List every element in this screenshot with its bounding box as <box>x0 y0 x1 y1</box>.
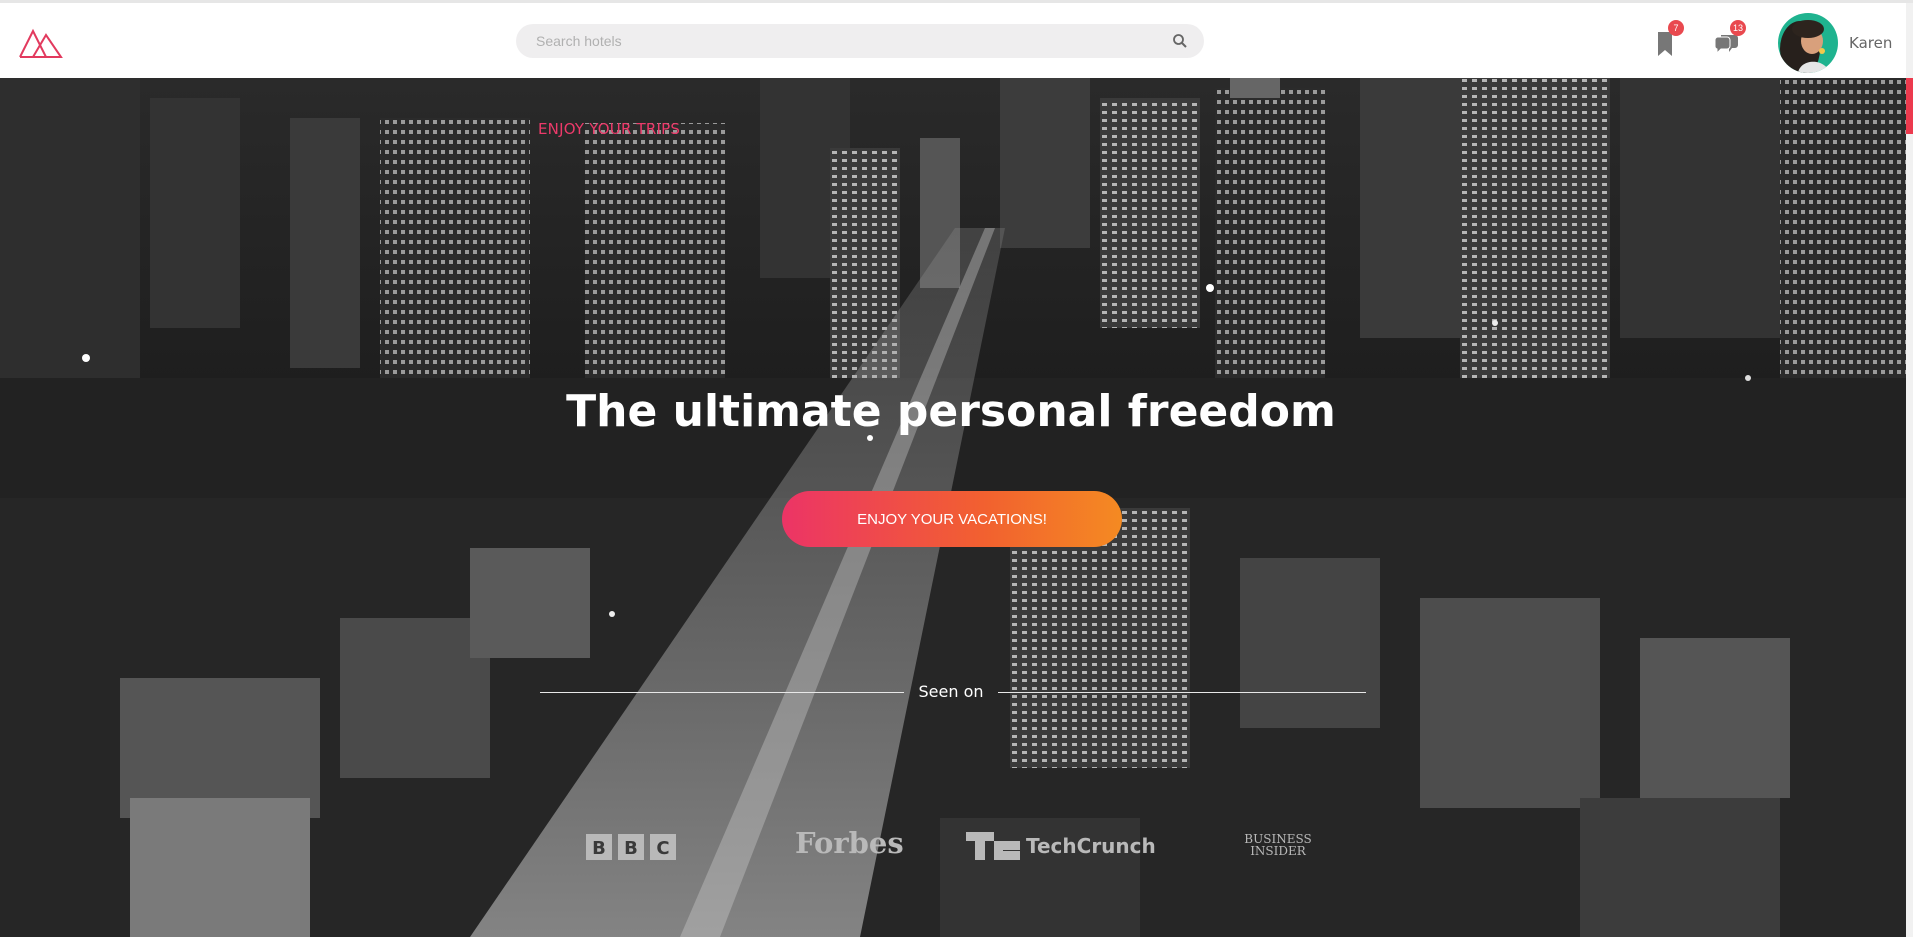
bbc-logo: B B C <box>586 834 676 860</box>
search-input[interactable] <box>536 24 1156 58</box>
user-name[interactable]: Karen <box>1849 34 1892 52</box>
svg-text:B: B <box>624 838 638 859</box>
seen-on-label: Seen on <box>918 682 984 701</box>
forbes-logo: Forbes <box>795 826 904 860</box>
hero-title: The ultimate personal freedom <box>566 386 1336 437</box>
avatar[interactable] <box>1778 13 1838 73</box>
search-bar[interactable] <box>516 24 1204 58</box>
scrollbar-thumb[interactable] <box>1906 78 1913 134</box>
enjoy-vacations-button[interactable]: ENJOY YOUR VACATIONS! <box>782 491 1122 547</box>
hero-section: ENJOY YOUR TRIPS The ultimate personal f… <box>0 78 1906 937</box>
bookmarks-badge: 7 <box>1668 20 1684 36</box>
business-insider-logo: BUSINESS INSIDER <box>1244 832 1312 858</box>
bookmarks-button[interactable]: 7 <box>1650 20 1684 59</box>
svg-text:C: C <box>656 838 669 859</box>
messages-button[interactable]: 13 <box>1712 20 1746 59</box>
scrollbar-track[interactable] <box>1906 3 1913 937</box>
techcrunch-logo-text: TechCrunch <box>1026 834 1156 858</box>
search-icon[interactable] <box>1172 33 1188 49</box>
divider <box>998 692 1366 693</box>
divider <box>540 692 904 693</box>
eyebrow-text: ENJOY YOUR TRIPS <box>538 120 681 138</box>
press-logo-text: B <box>592 838 606 859</box>
logo-icon[interactable] <box>18 25 64 59</box>
messages-badge: 13 <box>1729 20 1746 36</box>
site-header: 7 13 Karen <box>0 3 1913 78</box>
